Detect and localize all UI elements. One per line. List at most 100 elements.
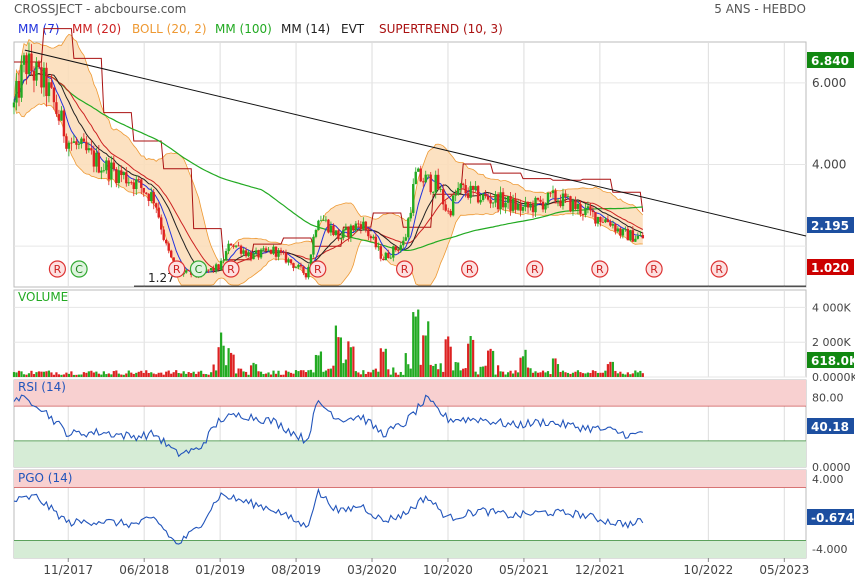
candle-body [85,141,88,151]
volume-bar [32,374,36,377]
candle-body [312,236,315,255]
volume-bar [397,374,400,377]
signal-label: C [195,263,203,276]
candle-body [434,174,437,193]
volume-bar [47,370,51,377]
candle-body [529,204,532,208]
x-tick-label: 01/2019 [195,563,245,577]
volume-bar [591,370,595,377]
candle-body [639,235,642,236]
signal-label: R [401,263,409,276]
candle-body [479,199,482,203]
volume-bar [519,357,522,377]
candle-body [12,102,16,108]
volume-bar [190,373,193,377]
volume-bar [269,374,273,377]
volume-bar [419,364,422,377]
volume-y-tick-label: 0.0000K [812,371,855,384]
candle-body [80,138,83,144]
candle-body [339,237,343,240]
volume-bar [402,374,405,377]
candle-body [604,219,607,223]
candle-body [551,190,555,194]
volume-bar [157,372,160,377]
volume-bar [192,371,195,377]
rsi-title: RSI (14) [18,380,66,394]
signal-label: R [54,263,62,276]
candle-body [402,240,405,246]
x-tick-label: 12/2021 [575,563,625,577]
volume-bar [566,372,570,377]
volume-bar [636,372,639,377]
candle-body [536,197,540,200]
candle-body [519,203,522,211]
volume-bar [487,350,490,377]
volume-bar [524,349,527,377]
volume-bar [412,312,415,377]
volume-bar [282,374,285,377]
volume-bar [45,371,48,377]
candle-body [122,172,125,176]
candle-body [55,102,58,115]
volume-bar [609,361,612,377]
candle-body [372,236,375,239]
candle-body [222,260,225,262]
volume-bar [352,346,355,377]
volume-bar [22,374,26,377]
volume-bar [457,362,460,377]
volume-bar [599,372,602,377]
candle-body [599,216,602,222]
volume-bar [217,347,220,377]
volume-bar [167,370,170,377]
legend-mm100: MM (100) [215,22,272,36]
candle-body [516,203,520,210]
volume-title: VOLUME [18,290,68,304]
volume-bar [581,373,585,377]
candle-body [52,87,56,103]
candle-body [299,264,303,267]
candle-body [50,82,53,88]
candle-body [634,238,637,242]
volume-bar [239,368,243,377]
candle-body [364,221,368,230]
panel-frame [13,289,807,378]
candle-body [584,208,587,215]
candle-body [269,249,273,254]
volume-bar [177,373,180,377]
candle-body [274,246,278,257]
candle-body [57,114,61,121]
candle-body [344,227,348,230]
volume-bar [422,335,425,377]
candle-body [40,67,43,88]
volume-bar [254,364,258,377]
candle-body [162,229,165,240]
volume-bar [314,354,318,377]
volume-bar [272,370,275,377]
volume-bar [25,374,28,377]
volume-bar [604,370,607,377]
volume-bar [205,374,208,377]
volume-bar [439,363,442,377]
candle-body [112,162,116,170]
candle-body [419,168,422,182]
candle-body [377,246,380,248]
volume-bar [561,370,565,377]
volume-bar [132,373,135,377]
volume-bar [539,372,542,377]
candle-body [242,250,245,254]
candle-body [110,162,113,180]
volume-bar [187,372,190,377]
candle-body [389,257,392,259]
volume-bar [369,372,372,377]
volume-bar [334,325,337,377]
volume-bar [504,374,507,377]
volume-bar [257,371,260,377]
candle-body [304,273,308,278]
candle-body [491,202,495,204]
pgo-upper-zone [14,470,806,488]
volume-bar [339,337,342,377]
candle-body [100,170,103,173]
volume-bar [364,373,367,377]
candle-body [466,193,470,198]
candle-body [422,181,425,183]
